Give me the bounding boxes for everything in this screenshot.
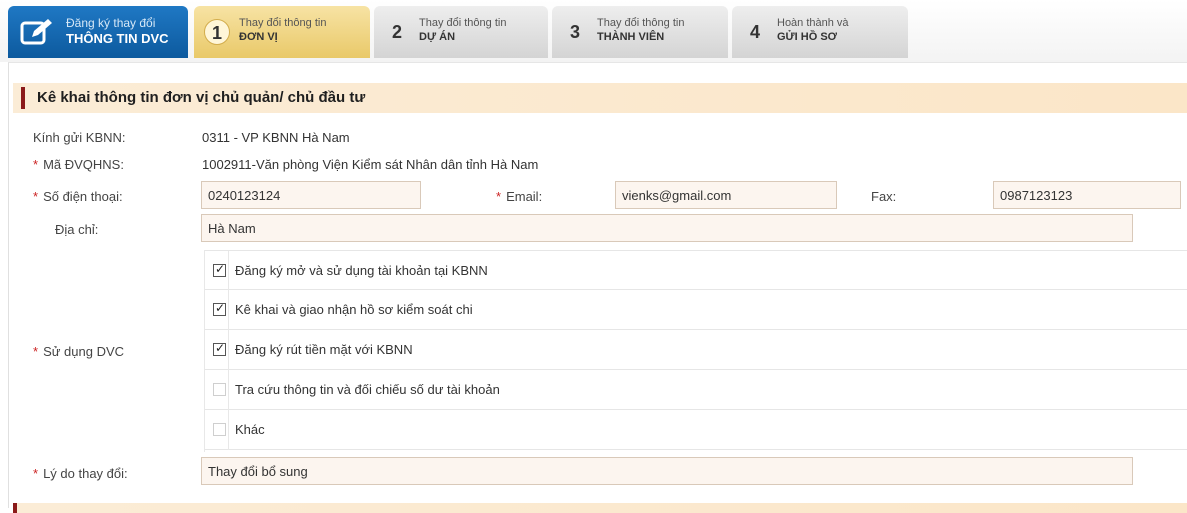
step-number: 3 <box>569 22 580 42</box>
step-title: Hoàn thành và <box>777 17 849 29</box>
dvc-option-row[interactable]: ✓ Kê khai và giao nhận hồ sơ kiểm soát c… <box>205 290 1187 330</box>
row-divider <box>228 370 229 410</box>
step-tab-3[interactable]: 3 Thay đổi thông tin THÀNH VIÊN <box>552 6 728 58</box>
dvc-checkbox[interactable]: ✓ <box>213 301 226 316</box>
dvc-option-label: Kê khai và giao nhận hồ sơ kiểm soát chi <box>235 302 473 317</box>
dvc-option-row[interactable]: Tra cứu thông tin và đối chiếu số dư tài… <box>205 370 1187 410</box>
dvc-options: ✓ Đăng ký mở và sử dụng tài khoản tại KB… <box>204 250 1187 452</box>
row-divider <box>228 330 229 370</box>
tab-main-line1: Đăng ký thay đổi <box>66 16 156 30</box>
kbnn-label: Kính gửi KBNN: <box>33 130 126 145</box>
section-header: Kê khai thông tin đơn vị chủ quản/ chủ đ… <box>13 83 1187 113</box>
required-mark: * <box>496 189 502 204</box>
phone-input[interactable] <box>201 181 421 209</box>
step-title: Thay đổi thông tin <box>239 17 327 29</box>
address-input[interactable] <box>201 214 1133 242</box>
phone-label: * Số điện thoại: <box>33 189 123 204</box>
check-icon: ✓ <box>215 301 226 315</box>
required-mark: * <box>33 344 39 359</box>
required-mark: * <box>33 189 39 204</box>
step-number: 4 <box>749 22 760 42</box>
dvc-option-row[interactable]: ✓ Đăng ký rút tiền mặt với KBNN <box>205 330 1187 370</box>
required-mark: * <box>33 157 39 172</box>
edit-icon <box>20 18 54 46</box>
tab-main-line2: THÔNG TIN DVC <box>66 31 169 46</box>
dvc-option-label: Đăng ký mở và sử dụng tài khoản tại KBNN <box>235 263 488 278</box>
ma-dvqhns-label: * Mã ĐVQHNS: <box>33 157 124 172</box>
row-divider <box>228 410 229 450</box>
dvc-checkbox[interactable]: ✓ <box>213 262 226 277</box>
dvc-option-label: Tra cứu thông tin và đối chiếu số dư tài… <box>235 382 500 397</box>
email-input[interactable] <box>615 181 837 209</box>
email-label: * Email: <box>496 189 543 204</box>
reason-label: * Lý do thay đổi: <box>33 466 128 481</box>
ma-dvqhns-value: 1002911-Văn phòng Viện Kiểm sát Nhân dân… <box>202 157 539 172</box>
dvc-label: * Sử dụng DVC <box>33 344 125 359</box>
fax-input[interactable] <box>993 181 1181 209</box>
reason-input[interactable] <box>201 457 1133 485</box>
step-tab-bar: Đăng ký thay đổi THÔNG TIN DVC 1 Thay đổ… <box>0 0 1187 62</box>
tab-register-change-dvc[interactable]: Đăng ký thay đổi THÔNG TIN DVC <box>8 6 188 58</box>
dvc-option-label: Khác <box>235 422 265 437</box>
section-title: Kê khai thông tin đơn vị chủ quản/ chủ đ… <box>37 89 366 106</box>
dvc-checkbox[interactable] <box>213 423 226 436</box>
address-label: Địa chỉ: <box>55 222 99 237</box>
step-tab-4[interactable]: 4 Hoàn thành và GỬI HỒ SƠ <box>732 6 908 58</box>
row-divider <box>228 290 229 330</box>
dvc-checkbox[interactable] <box>213 383 226 396</box>
dvc-checkbox[interactable]: ✓ <box>213 341 226 356</box>
form-panel: Kê khai thông tin đơn vị chủ quản/ chủ đ… <box>8 62 1187 513</box>
step-number: 2 <box>391 22 402 42</box>
dvc-option-row[interactable]: ✓ Đăng ký mở và sử dụng tài khoản tại KB… <box>205 250 1187 291</box>
check-icon: ✓ <box>215 341 226 355</box>
next-section-header <box>13 503 1187 513</box>
step-title: Thay đổi thông tin <box>419 17 507 29</box>
check-icon: ✓ <box>215 262 226 276</box>
step-subtitle: ĐƠN VỊ <box>239 31 278 43</box>
step-tab-2[interactable]: 2 Thay đổi thông tin DỰ ÁN <box>374 6 548 58</box>
kbnn-value: 0311 - VP KBNN Hà Nam <box>202 130 350 145</box>
dvc-option-label: Đăng ký rút tiền mặt với KBNN <box>235 342 413 357</box>
section-accent-bar <box>21 87 25 109</box>
step-title: Thay đổi thông tin <box>597 17 685 29</box>
step-number: 1 <box>204 19 230 45</box>
fax-label: Fax: <box>871 189 897 204</box>
required-mark: * <box>33 466 39 481</box>
step-subtitle: DỰ ÁN <box>419 31 456 43</box>
step-subtitle: GỬI HỒ SƠ <box>777 31 838 43</box>
step-subtitle: THÀNH VIÊN <box>597 31 665 43</box>
step-tab-1[interactable]: 1 Thay đổi thông tin ĐƠN VỊ <box>194 6 370 58</box>
row-divider <box>228 251 229 291</box>
dvc-option-row[interactable]: Khác <box>205 410 1187 450</box>
